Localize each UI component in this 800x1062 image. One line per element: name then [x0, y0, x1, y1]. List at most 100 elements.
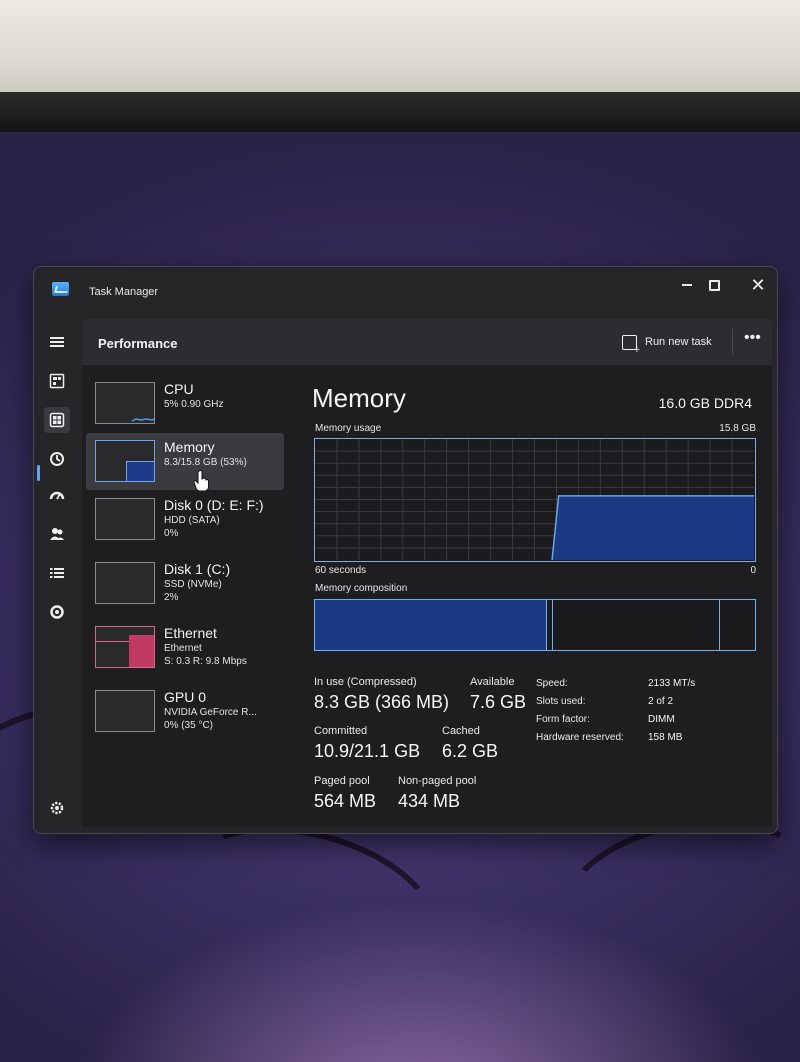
header-divider [732, 329, 733, 355]
close-button[interactable]: ✕ [740, 271, 776, 299]
nav-active-indicator [37, 465, 40, 481]
composition-free [720, 600, 755, 650]
resource-item-disk-1[interactable]: Disk 1 (C:) SSD (NVMe) 2% [86, 555, 284, 612]
page-title: Performance [98, 336, 178, 351]
gpu-thumbnail-graph [95, 690, 155, 732]
users-icon [50, 528, 64, 540]
ethernet-mini-line [96, 641, 130, 667]
in-use-label: In use (Compressed) [314, 676, 417, 688]
more-options-button[interactable]: ••• [744, 329, 761, 347]
resource-usage: 0% (35 °C) [164, 720, 214, 731]
available-value: 7.6 GB [470, 692, 527, 712]
paged-pool-label: Paged pool [314, 775, 370, 787]
resource-name: GPU 0 [164, 689, 207, 705]
ethernet-mini-fill [129, 635, 154, 667]
resource-detail: 5% 0.90 GHz [164, 399, 224, 410]
memory-spec: 16.0 GB DDR4 [658, 395, 752, 411]
app-history-icon [50, 452, 64, 466]
resource-item-disk-0[interactable]: Disk 0 (D: E: F:) HDD (SATA) 0% [86, 491, 284, 548]
speed-label: Speed: [536, 678, 568, 689]
memory-composition-bar [314, 599, 756, 651]
resource-item-memory[interactable]: Memory 8.3/15.8 GB (53%) [86, 433, 284, 490]
nav-item-details[interactable] [44, 560, 70, 586]
resource-name: Disk 1 (C:) [164, 561, 231, 577]
resource-detail: Ethernet [164, 643, 202, 654]
memory-usage-graph [314, 438, 756, 562]
disk1-thumbnail-graph [95, 562, 155, 604]
nav-item-settings[interactable] [44, 795, 70, 821]
details-icon [50, 568, 64, 578]
memory-usage-max: 15.8 GB [719, 423, 756, 434]
memory-usage-area [552, 495, 754, 560]
hardware-reserved-value: 158 MB [648, 732, 683, 743]
composition-in-use [315, 600, 547, 650]
maximize-icon [708, 279, 720, 291]
run-new-task-label: Run new task [645, 336, 712, 348]
resource-detail: 8.3/15.8 GB (53%) [164, 457, 247, 468]
minimize-icon [682, 284, 692, 286]
resource-item-ethernet[interactable]: Ethernet Ethernet S: 0.3 R: 9.8 Mbps [86, 619, 284, 676]
non-paged-pool-value: 434 MB [398, 791, 461, 811]
in-use-value: 8.3 GB (366 MB) [314, 692, 450, 712]
nav-item-startup-apps[interactable] [44, 483, 70, 509]
resource-detail: NVIDIA GeForce R... [164, 707, 257, 718]
time-span-label: 60 seconds [315, 565, 367, 576]
committed-label: Committed [314, 725, 368, 737]
monitor-bezel [0, 92, 800, 137]
paged-pool-value: 564 MB [314, 791, 377, 811]
cached-label: Cached [442, 725, 480, 737]
slots-used-value: 2 of 2 [648, 696, 674, 707]
resource-detail: SSD (NVMe) [164, 579, 222, 590]
title-bar[interactable]: Task Manager ✕ [34, 267, 777, 303]
composition-standby [553, 600, 720, 650]
resource-item-gpu-0[interactable]: GPU 0 NVIDIA GeForce R... 0% (35 °C) [86, 683, 284, 740]
resource-detail: HDD (SATA) [164, 515, 220, 526]
startup-apps-icon [49, 491, 65, 500]
available-label: Available [470, 676, 515, 688]
detail-title: Memory [312, 383, 406, 413]
task-manager-window: Task Manager ✕ Performance + Run new tas… [33, 266, 778, 834]
resource-usage: S: 0.3 R: 9.8 Mbps [164, 656, 247, 667]
cached-value: 6.2 GB [442, 741, 499, 761]
settings-icon [50, 801, 64, 815]
resource-name: Memory [164, 439, 215, 455]
nav-rail [34, 325, 82, 825]
performance-content: CPU 5% 0.90 GHz Memory 8.3/15.8 GB (53%)… [82, 365, 772, 827]
nav-item-users[interactable] [44, 521, 70, 547]
form-factor-value: DIMM [648, 714, 675, 725]
speed-value: 2133 MT/s [648, 678, 696, 689]
cpu-thumbnail-graph [95, 382, 155, 424]
nav-menu-button[interactable] [44, 329, 70, 355]
resource-name: CPU [164, 381, 194, 397]
window-title: Task Manager [89, 286, 159, 298]
nav-item-processes[interactable] [44, 368, 70, 394]
memory-usage-label: Memory usage [315, 423, 382, 434]
resource-name: Ethernet [164, 625, 217, 641]
nav-item-services[interactable] [44, 599, 70, 625]
maximize-button[interactable] [696, 271, 732, 299]
memory-mini-fill [126, 461, 154, 481]
nav-item-performance[interactable] [44, 407, 70, 433]
resource-usage: 0% [164, 528, 179, 539]
committed-value: 10.9/21.1 GB [314, 741, 421, 761]
slots-used-label: Slots used: [536, 696, 586, 707]
page-header: Performance Run new task ••• [82, 319, 772, 365]
time-min-label: 0 [750, 565, 756, 576]
resource-item-cpu[interactable]: CPU 5% 0.90 GHz [86, 375, 284, 432]
memory-thumbnail-graph [95, 440, 155, 482]
close-icon: ✕ [750, 274, 766, 295]
hardware-reserved-label: Hardware reserved: [536, 732, 624, 743]
resource-usage: 2% [164, 592, 179, 603]
run-new-task-button[interactable]: Run new task [622, 332, 712, 356]
processes-icon [49, 373, 65, 389]
resource-name: Disk 0 (D: E: F:) [164, 497, 264, 513]
memory-composition-label: Memory composition [315, 583, 408, 594]
cpu-mini-graph [131, 418, 154, 422]
hamburger-icon [50, 337, 64, 347]
disk0-thumbnail-graph [95, 498, 155, 540]
memory-usage-plot [315, 439, 754, 560]
form-factor-label: Form factor: [536, 714, 590, 725]
nav-item-app-history[interactable] [44, 446, 70, 472]
hand-cursor-icon [193, 470, 209, 492]
non-paged-pool-label: Non-paged pool [398, 775, 477, 787]
